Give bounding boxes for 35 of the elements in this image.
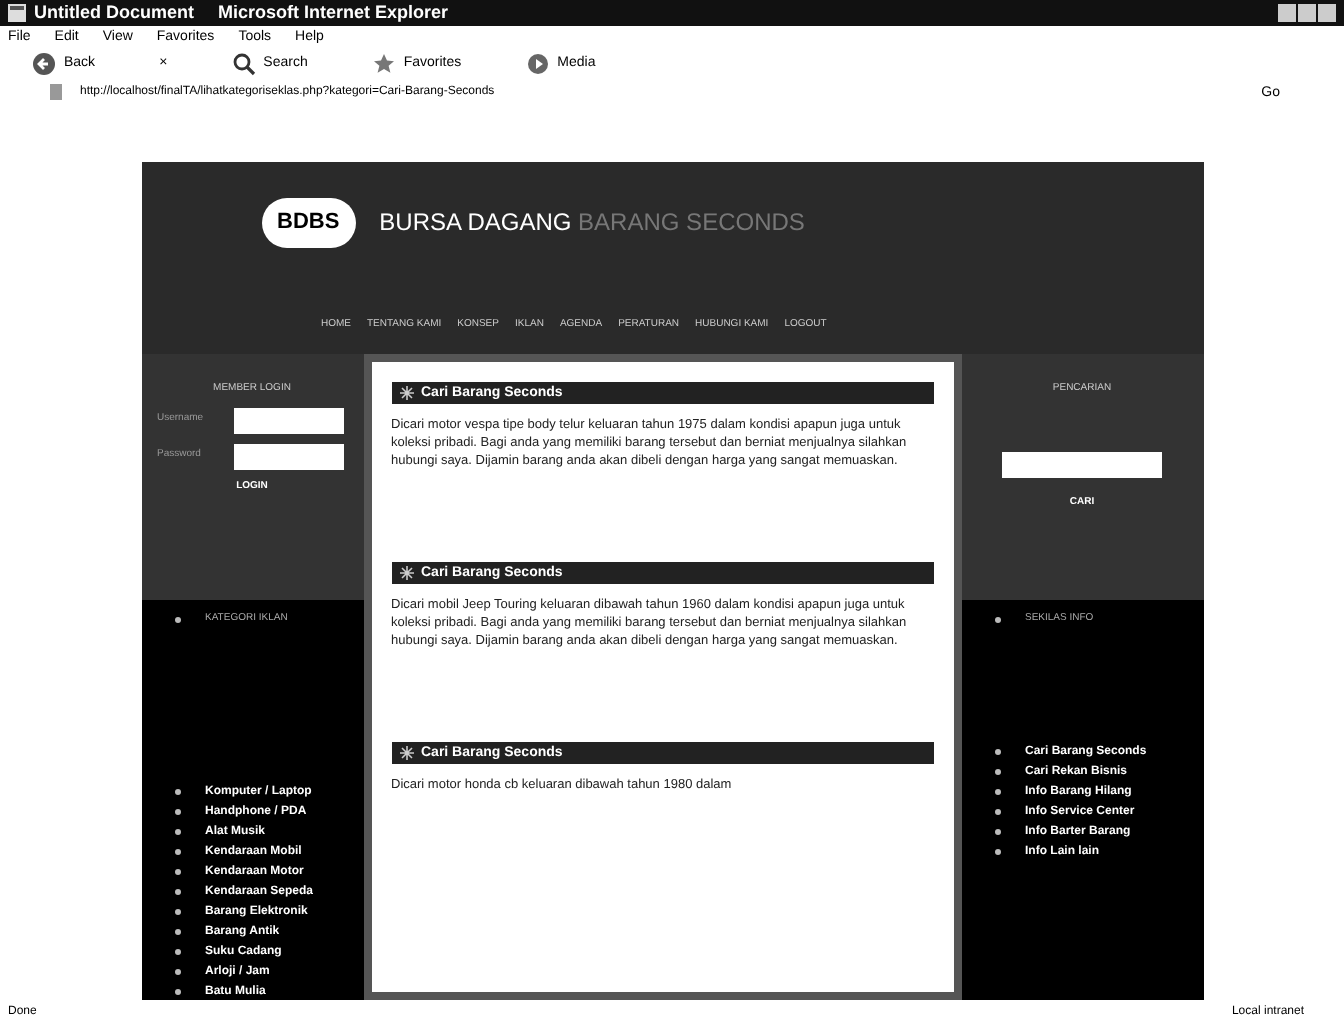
bullet-icon	[173, 615, 181, 624]
bullet-icon	[173, 887, 181, 895]
bullet-icon	[993, 787, 1001, 795]
app-name: Microsoft Internet Explorer	[218, 4, 449, 22]
site-title: BURSA DAGANG BARANG SECONDS	[379, 206, 805, 241]
sparkle-icon	[399, 566, 413, 580]
bullet-icon	[993, 807, 1001, 815]
media-icon	[525, 51, 550, 75]
bullet-icon	[173, 827, 181, 835]
search-icon	[231, 51, 256, 75]
bullet-icon	[173, 807, 181, 815]
text-field[interactable]	[233, 443, 343, 469]
browser-icon	[8, 4, 26, 22]
text-field[interactable]	[233, 407, 343, 433]
bullet-icon	[993, 767, 1001, 775]
search-field[interactable]	[1002, 451, 1162, 477]
bullet-icon	[993, 747, 1001, 755]
bullet-icon	[173, 987, 181, 995]
site-logo: BDBS	[261, 198, 356, 247]
page-icon	[48, 84, 64, 100]
bullet-icon	[993, 847, 1001, 855]
bullet-icon	[173, 927, 181, 935]
back-arrow-icon	[32, 51, 56, 75]
bullet-icon	[993, 615, 1001, 624]
window-title: Untitled Document	[34, 4, 194, 22]
bullet-icon	[173, 967, 181, 975]
sparkle-icon	[399, 386, 413, 400]
sparkle-icon	[399, 746, 413, 760]
bullet-icon	[173, 907, 181, 915]
star-icon	[371, 51, 396, 75]
bullet-icon	[993, 827, 1001, 835]
bullet-icon	[173, 847, 181, 855]
bullet-icon	[173, 867, 181, 875]
bullet-icon	[173, 947, 181, 955]
bullet-icon	[173, 787, 181, 795]
